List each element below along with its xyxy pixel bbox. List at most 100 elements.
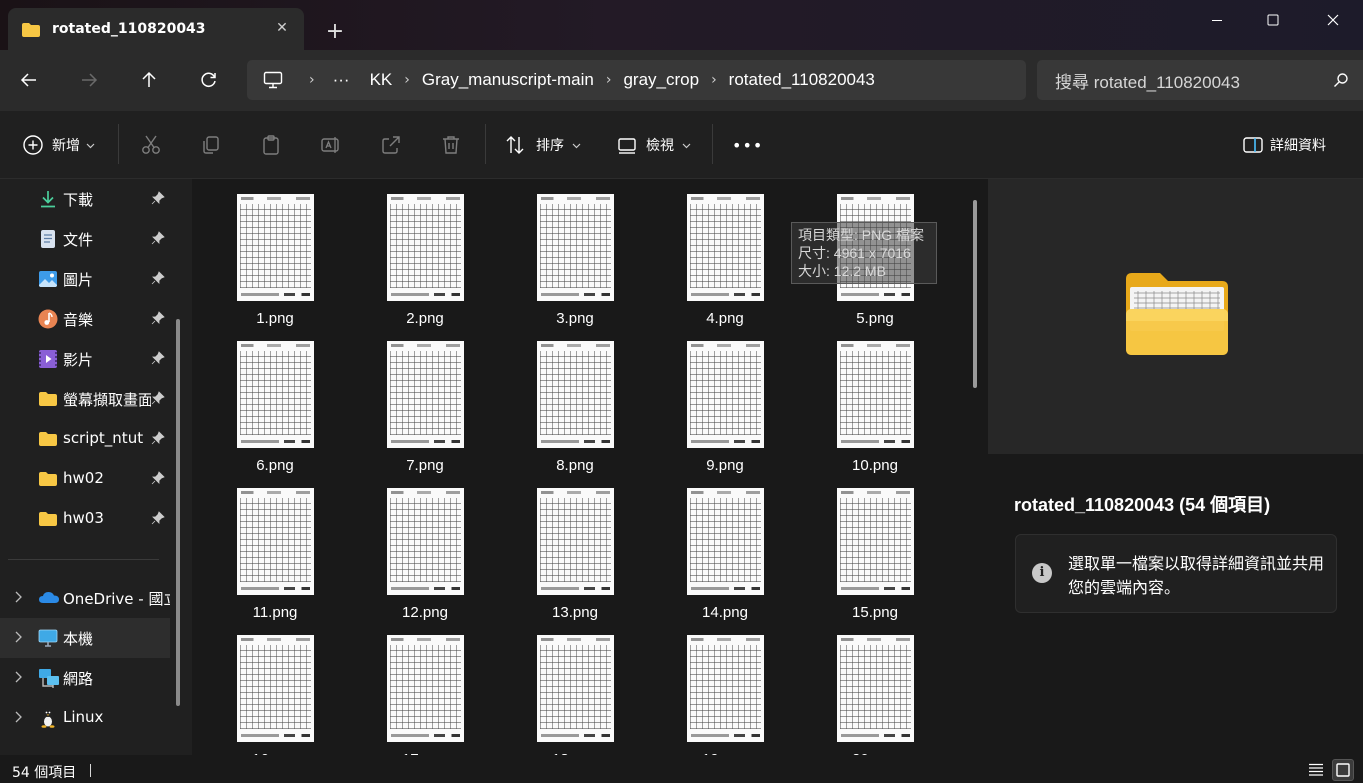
file-item[interactable]: 14.png [651,473,799,621]
sidebar-item-hw03[interactable]: hw03 [0,499,170,539]
file-item[interactable]: 13.png [501,473,649,621]
navigation-bar: › ··· KK › Gray_manuscript-main › gray_c… [0,50,1363,111]
chevron-right-icon[interactable] [11,710,25,724]
image-thumbnail [387,488,464,595]
chevron-right-icon[interactable] [11,670,25,684]
pin-icon[interactable] [151,271,165,285]
breadcrumb-gray-manuscript[interactable]: Gray_manuscript-main [422,70,594,90]
image-thumbnail [237,488,314,595]
address-bar[interactable]: › ··· KK › Gray_manuscript-main › gray_c… [247,60,1026,100]
chevron-right-icon[interactable]: › [404,72,410,88]
sidebar-scrollbar[interactable] [176,319,180,706]
sidebar-item-hw02[interactable]: hw02 [0,459,170,499]
chevron-right-icon[interactable] [11,590,25,604]
file-item[interactable]: 19.png [651,620,799,755]
rename-icon [318,132,344,158]
file-item[interactable]: 12.png [351,473,499,621]
pin-icon[interactable] [151,431,165,445]
breadcrumb-overflow[interactable]: ··· [333,70,350,90]
file-item[interactable]: 9.png [651,326,799,474]
sidebar-item-linux[interactable]: Linux [0,698,170,738]
delete-button[interactable] [438,111,464,179]
file-item[interactable]: 6.png [201,326,349,474]
file-name: 4.png [706,310,744,327]
sort-label: 排序 [536,138,564,154]
copy-button[interactable] [198,111,224,179]
search-icon[interactable] [1333,72,1351,90]
breadcrumb-kk[interactable]: KK [370,70,393,90]
sort-button[interactable]: 排序 [502,111,581,179]
search-input[interactable]: 搜尋 rotated_110820043 [1037,60,1363,100]
file-item[interactable]: 4.png [651,179,799,327]
file-item[interactable]: 3.png [501,179,649,327]
sidebar-item-onedrive[interactable]: OneDrive - 國立 [0,578,170,618]
onedrive-icon [38,588,59,608]
file-item[interactable]: 11.png [201,473,349,621]
sidebar-item-screenshots[interactable]: 螢幕擷取畫面 [0,379,170,419]
file-item[interactable]: 10.png [801,326,949,474]
sidebar-item-downloads[interactable]: 下載 [0,179,170,219]
share-button[interactable] [378,111,404,179]
sidebar-item-pictures[interactable]: 圖片 [0,259,170,299]
new-button[interactable]: 新增 [20,111,95,179]
image-thumbnail [237,635,314,742]
file-item[interactable]: 2.png [351,179,499,327]
close-window-button[interactable] [1306,4,1360,36]
more-options-button[interactable]: ••• [732,111,763,179]
refresh-button[interactable] [193,64,225,96]
folder-icon [22,22,40,37]
file-item[interactable]: 7.png [351,326,499,474]
pin-icon[interactable] [151,471,165,485]
pin-icon[interactable] [151,391,165,405]
new-tab-button[interactable]: + [320,17,350,47]
pin-icon[interactable] [151,351,165,365]
file-item[interactable]: 17.png [351,620,499,755]
cut-button[interactable] [138,111,164,179]
forward-button[interactable] [73,64,105,96]
sidebar-item-videos[interactable]: 影片 [0,339,170,379]
chevron-right-icon[interactable]: › [711,72,717,88]
view-label: 檢視 [646,138,674,154]
pin-icon[interactable] [151,191,165,205]
pin-icon[interactable] [151,231,165,245]
tab-active[interactable]: rotated_110820043 ✕ [8,8,304,50]
maximize-button[interactable] [1246,4,1300,36]
sidebar-item-script-ntut[interactable]: script_ntut [0,419,170,459]
minimize-button[interactable] [1190,4,1244,36]
breadcrumb-gray-crop[interactable]: gray_crop [623,70,699,90]
sidebar-item-this-pc[interactable]: 本機 [0,618,170,658]
rename-button[interactable] [318,111,344,179]
chevron-right-icon[interactable] [11,630,25,644]
computer-icon[interactable] [263,69,285,91]
pin-icon[interactable] [151,311,165,325]
details-view-button[interactable] [1305,759,1327,781]
file-list-scrollbar[interactable] [973,200,977,388]
image-thumbnail [537,194,614,301]
file-name: 8.png [556,457,594,474]
large-icons-view-button[interactable] [1332,759,1354,781]
image-thumbnail [237,341,314,448]
paste-button[interactable] [258,111,284,179]
sidebar-item-label: script_ntut [63,429,144,447]
sidebar-item-network[interactable]: 網路 [0,658,170,698]
view-button[interactable]: 檢視 [614,111,691,179]
file-item[interactable]: 1.png [201,179,349,327]
breadcrumb-current[interactable]: rotated_110820043 [729,70,875,90]
file-item[interactable]: 16.png [201,620,349,755]
sidebar-item-music[interactable]: 音樂 [0,299,170,339]
file-item[interactable]: 18.png [501,620,649,755]
close-tab-icon[interactable]: ✕ [274,20,290,36]
back-button[interactable] [13,64,45,96]
file-item[interactable]: 15.png [801,473,949,621]
folder-preview-icon [1124,271,1230,357]
chevron-right-icon[interactable]: › [606,72,612,88]
chevron-right-icon[interactable]: › [309,72,315,88]
file-item[interactable]: 20.png [801,620,949,755]
pin-icon[interactable] [151,511,165,525]
file-item[interactable]: 8.png [501,326,649,474]
image-thumbnail [387,194,464,301]
details-pane-button[interactable]: 詳細資料 [1240,111,1326,179]
sidebar-item-documents[interactable]: 文件 [0,219,170,259]
up-button[interactable] [133,64,165,96]
item-count: 54 個項目 [12,765,77,781]
